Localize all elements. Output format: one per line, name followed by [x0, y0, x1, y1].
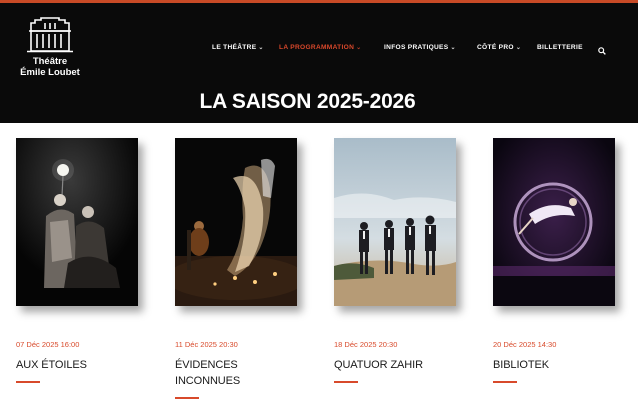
title-underline [16, 381, 40, 383]
nav-label: LE THÉÂTRE [212, 44, 257, 51]
nav-item-infos-pratiques[interactable]: INFOS PRATIQUES ⌄ [384, 44, 456, 51]
show-date: 11 Déc 2025 20:30 [175, 340, 238, 349]
show-title-link[interactable]: BIBLIOTEK [493, 357, 619, 373]
show-title-link[interactable]: AUX ÉTOILES [16, 357, 142, 373]
page-title: LA SAISON 2025-2026 [199, 90, 416, 113]
nav-item-cote-pro[interactable]: CÔTÉ PRO ⌄ [477, 44, 521, 51]
chevron-down-icon: ⌄ [258, 45, 264, 51]
title-underline [493, 381, 517, 383]
show-card: 07 Déc 2025 16:00 AUX ÉTOILES [16, 138, 142, 383]
logo-line-2: Émile Loubet [20, 67, 80, 78]
nav-item-la-programmation[interactable]: LA PROGRAMMATION ⌄ [279, 44, 361, 51]
chevron-down-icon: ⌄ [356, 45, 362, 51]
chevron-down-icon: ⌄ [450, 45, 456, 51]
show-card: 18 Déc 2025 20:30 QUATUOR ZAHIR [334, 138, 460, 383]
show-poster-image[interactable] [334, 138, 456, 306]
nav-label: BILLETTERIE [537, 44, 583, 51]
show-date: 20 Déc 2025 14:30 [493, 340, 557, 349]
show-date: 07 Déc 2025 16:00 [16, 340, 80, 349]
nav-item-billetterie[interactable]: BILLETTERIE [537, 44, 583, 51]
site-header: Théâtre Émile Loubet LE THÉÂTRE ⌄ LA PROG… [0, 3, 638, 123]
show-card: 20 Déc 2025 14:30 BIBLIOTEK [493, 138, 619, 383]
main-nav: LE THÉÂTRE ⌄ LA PROGRAMMATION ⌄ INFOS PRAT… [0, 44, 638, 58]
show-card: 11 Déc 2025 20:30 ÉVIDENCES INCONNUES [175, 138, 301, 399]
nav-item-le-theatre[interactable]: LE THÉÂTRE ⌄ [212, 44, 264, 51]
title-underline [334, 381, 358, 383]
show-date: 18 Déc 2025 20:30 [334, 340, 398, 349]
show-poster-image[interactable] [175, 138, 297, 306]
show-poster-image[interactable] [493, 138, 615, 306]
show-title-link[interactable]: QUATUOR ZAHIR [334, 357, 460, 373]
show-poster-image[interactable] [16, 138, 138, 306]
search-icon[interactable] [598, 42, 608, 55]
nav-label: LA PROGRAMMATION [279, 44, 355, 51]
nav-label: CÔTÉ PRO [477, 44, 514, 51]
title-underline [175, 397, 199, 399]
nav-label: INFOS PRATIQUES [384, 44, 449, 51]
chevron-down-icon: ⌄ [515, 45, 522, 51]
show-title-link[interactable]: ÉVIDENCES INCONNUES [175, 357, 301, 389]
